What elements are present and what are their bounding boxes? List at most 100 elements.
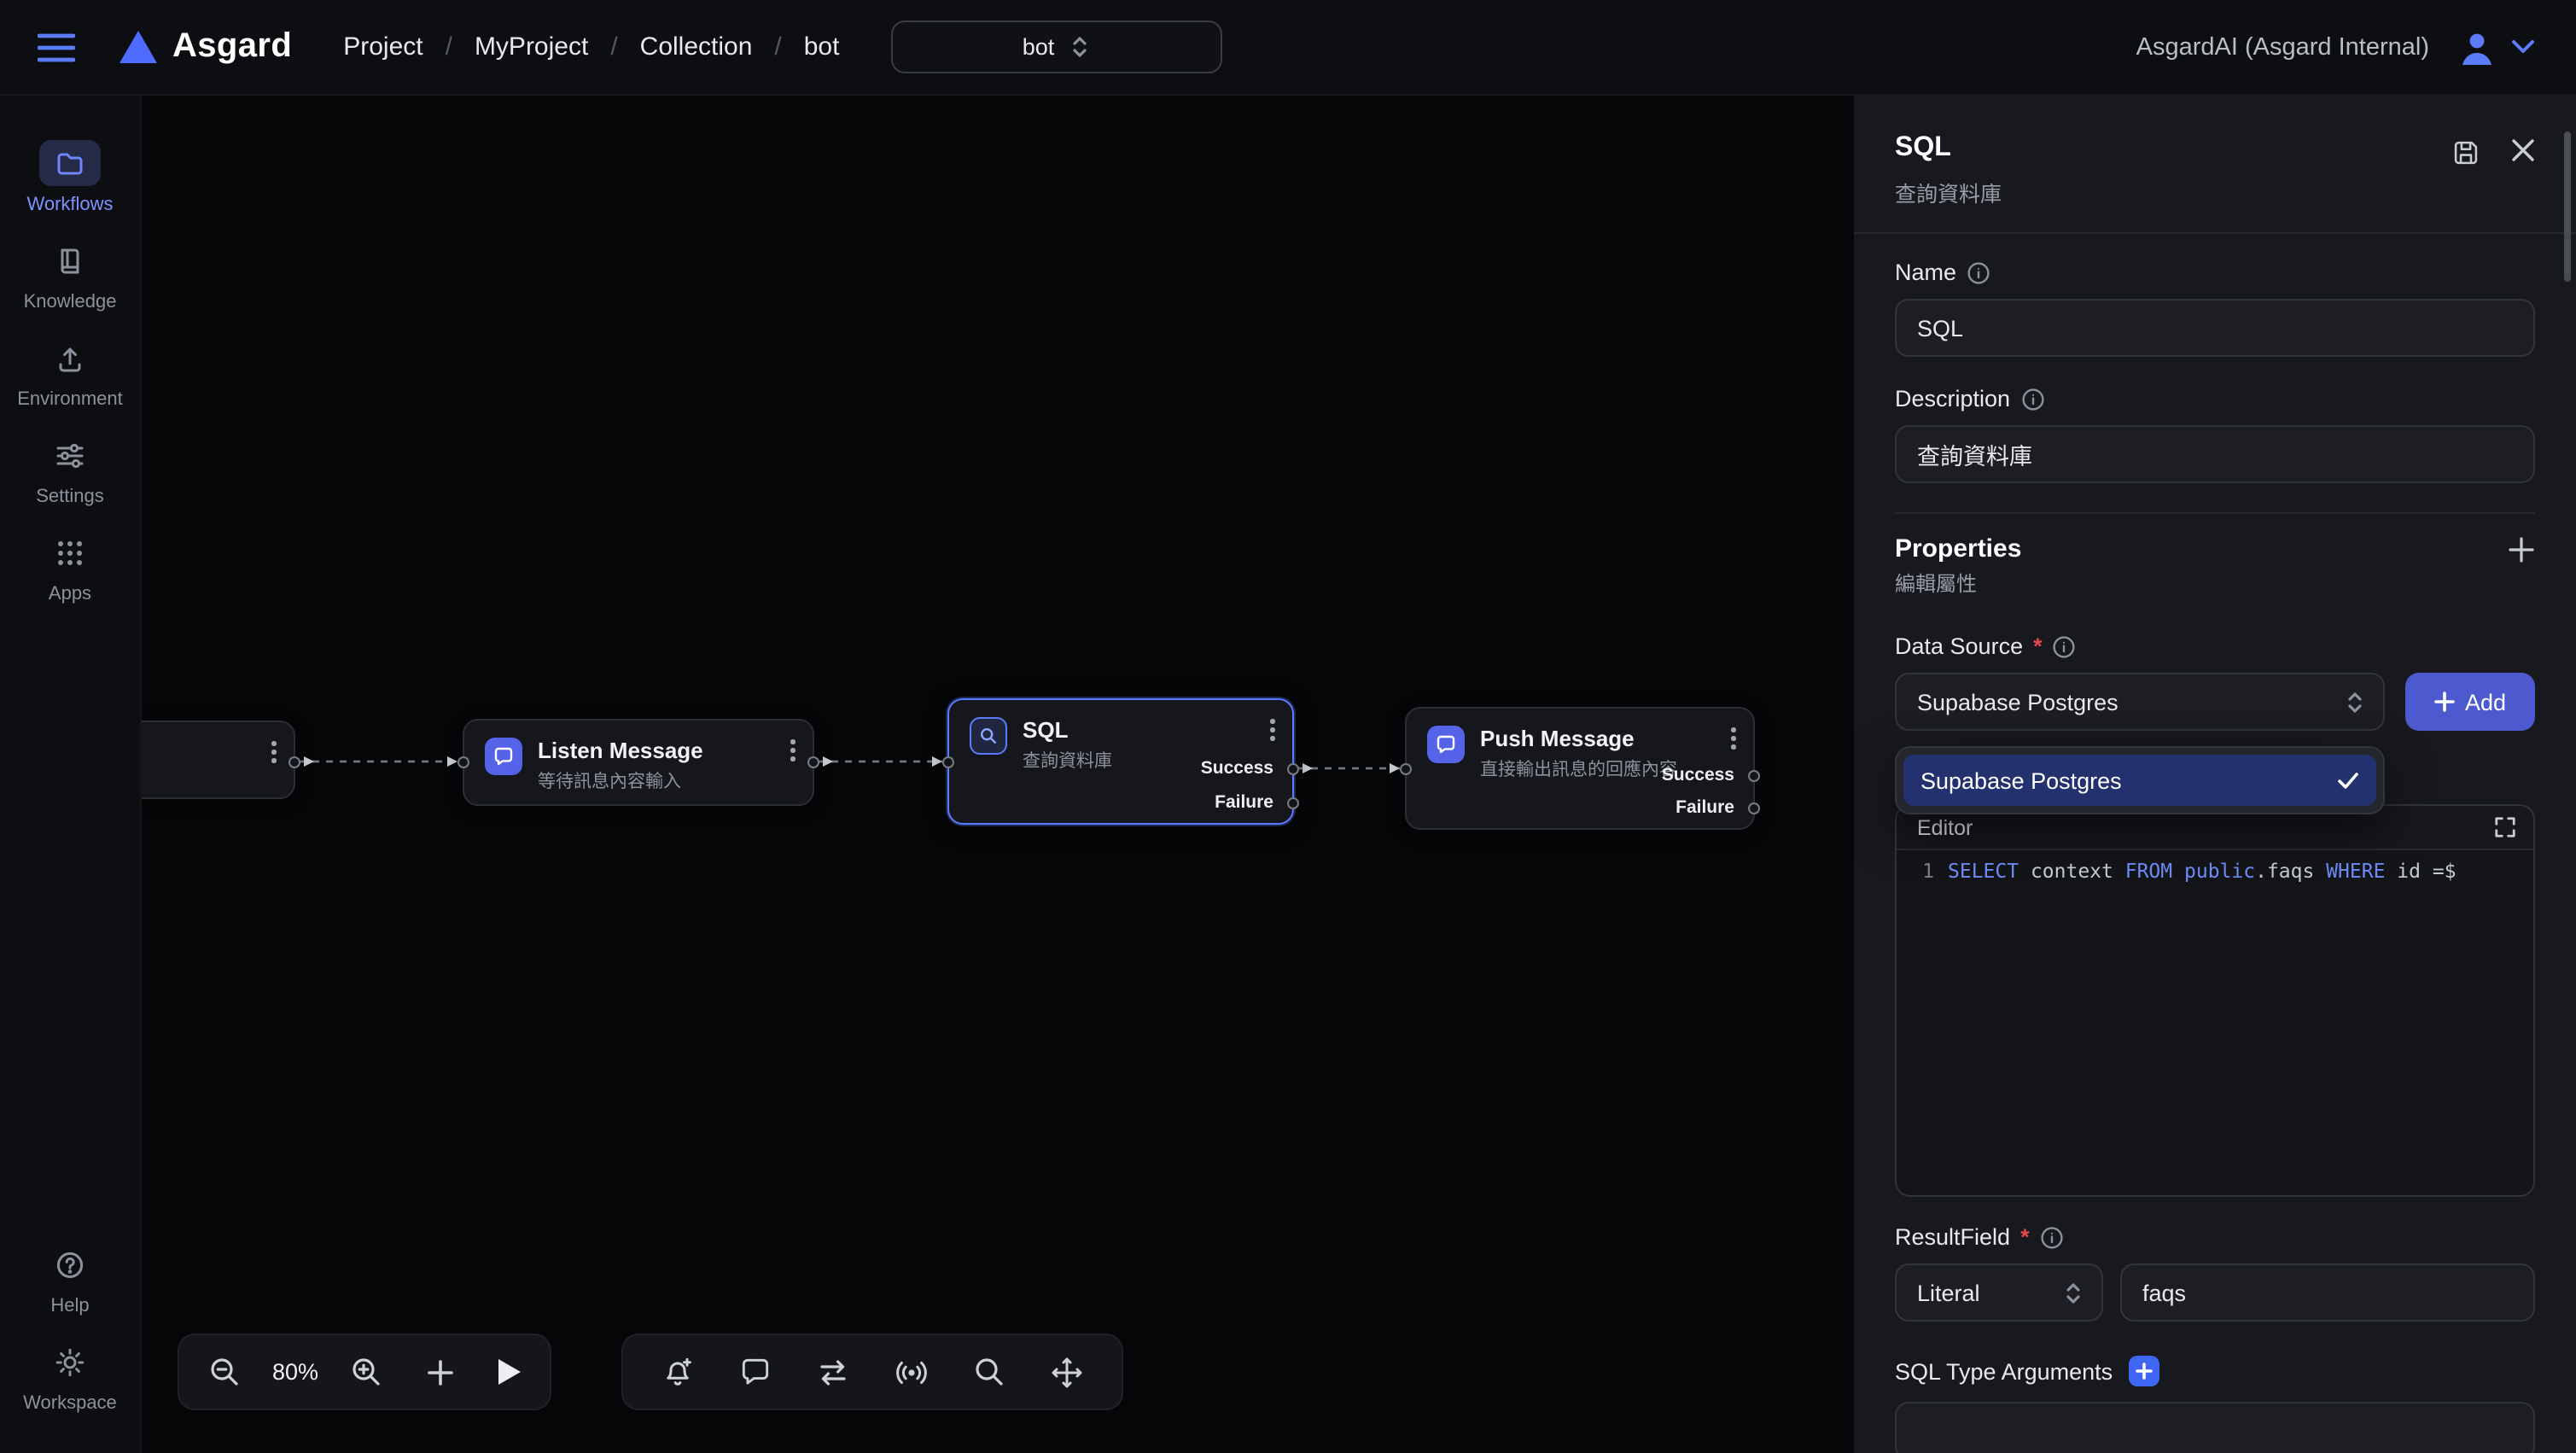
data-source-dropdown: Supabase Postgres (1895, 746, 2385, 814)
sidebar-item-label: Settings (36, 487, 104, 507)
breadcrumb-separator: / (610, 32, 617, 61)
info-icon (1967, 260, 1990, 284)
node-input-port[interactable] (458, 756, 469, 768)
node-menu-icon[interactable] (1732, 727, 1736, 750)
zoom-out-icon[interactable] (208, 1356, 241, 1388)
workflow-selector[interactable]: bot (890, 20, 1221, 73)
sidebar-item-help[interactable]: Help (0, 1241, 140, 1316)
data-source-select[interactable]: Supabase Postgres (1895, 673, 2385, 731)
breadcrumb-bot[interactable]: bot (804, 32, 840, 61)
output-success-label: Success (1662, 765, 1734, 785)
add-data-source-button[interactable]: Add (2405, 673, 2535, 731)
notification-add-icon[interactable] (661, 1355, 695, 1389)
name-input[interactable] (1895, 299, 2535, 357)
breadcrumb-project[interactable]: Project (343, 32, 423, 61)
plus-icon (2434, 691, 2455, 712)
node-output-port-success[interactable] (1287, 763, 1299, 775)
workflow-canvas[interactable]: Listen Message 等待訊息內容輸入 SQL 查詢資料庫 (142, 96, 1854, 1453)
node-output-port-failure[interactable] (1287, 797, 1299, 809)
chevrons-up-down-icon (2062, 1280, 2084, 1305)
panel-scrollbar[interactable] (2564, 131, 2571, 282)
sql-editor: Editor 1 SELECT context FROM public.faqs… (1895, 804, 2535, 1197)
node-config-panel: SQL 查詢資料庫 Name (1854, 96, 2576, 1453)
node-menu-icon[interactable] (272, 741, 277, 763)
tools-toolbar (621, 1333, 1123, 1410)
sidebar-item-label: Workflows (26, 195, 113, 215)
app-name: Asgard (172, 27, 292, 67)
run-workflow-icon[interactable] (498, 1359, 521, 1385)
expand-icon[interactable] (2494, 816, 2516, 838)
result-field-type-select[interactable]: Literal (1895, 1263, 2103, 1322)
apps-grid-icon (39, 529, 101, 575)
result-field-type-value: Literal (1917, 1280, 1980, 1305)
node-input-port[interactable] (1400, 763, 1412, 775)
breadcrumb-separator: / (446, 32, 452, 61)
data-source-label: Data Source * (1895, 633, 2535, 659)
description-label: Description (1895, 386, 2535, 411)
code-line: SELECT context FROM public.faqs WHERE id… (1948, 855, 2457, 888)
settings-sliders-icon (39, 432, 101, 478)
node-push-message[interactable]: Push Message 直接輸出訊息的回應內容 Success Failure (1405, 707, 1755, 830)
sidebar-item-environment[interactable]: Environment (0, 335, 140, 410)
check-icon (2337, 771, 2359, 790)
result-field-input[interactable] (2120, 1263, 2535, 1322)
app-logo[interactable]: Asgard (119, 27, 292, 67)
node-subtitle: 直接輸出訊息的回應內容 (1480, 758, 1681, 784)
search-icon[interactable] (973, 1356, 1005, 1388)
zoom-in-icon[interactable] (350, 1356, 382, 1388)
sidebar-item-label: Help (50, 1296, 89, 1316)
output-failure-label: Failure (1676, 797, 1734, 818)
breadcrumb-myproject[interactable]: MyProject (475, 32, 588, 61)
editor-label: Editor (1917, 815, 1973, 839)
sidebar-item-workflows[interactable]: Workflows (0, 140, 140, 215)
zoom-toolbar: 80% (178, 1333, 551, 1410)
swap-arrows-icon[interactable] (816, 1357, 850, 1387)
node-input-port[interactable] (942, 756, 954, 768)
sidebar-item-settings[interactable]: Settings (0, 432, 140, 507)
node-listen-message[interactable]: Listen Message 等待訊息內容輸入 (463, 719, 814, 806)
comment-icon[interactable] (739, 1356, 772, 1388)
name-label: Name (1895, 260, 2535, 285)
top-header: Asgard Project / MyProject / Collection … (0, 0, 2576, 96)
node-output-port[interactable] (807, 756, 819, 768)
breadcrumb: Project / MyProject / Collection / bot (343, 32, 839, 61)
node-sql[interactable]: SQL 查詢資料庫 Success Failure (947, 698, 1294, 825)
node-menu-icon[interactable] (791, 739, 796, 762)
info-icon (2040, 1225, 2064, 1249)
chevrons-up-down-icon (2344, 689, 2366, 715)
close-icon[interactable] (2511, 138, 2535, 162)
node-output-port[interactable] (288, 756, 300, 768)
node-output-port-success[interactable] (1748, 770, 1760, 782)
sidebar-item-apps[interactable]: Apps (0, 529, 140, 604)
user-avatar-icon[interactable] (2457, 28, 2497, 66)
broadcast-icon[interactable] (895, 1355, 929, 1389)
sql-type-arguments-label: SQL Type Arguments (1895, 1358, 2113, 1384)
chevrons-up-down-icon (1068, 34, 1090, 60)
logo-triangle-icon (119, 31, 157, 63)
move-tool-icon[interactable] (1050, 1355, 1084, 1389)
node-partial[interactable] (142, 721, 295, 799)
sidebar-item-knowledge[interactable]: Knowledge (0, 237, 140, 312)
menu-icon[interactable] (38, 32, 75, 62)
node-menu-icon[interactable] (1271, 719, 1275, 741)
sql-type-argument-input[interactable] (1895, 1402, 2535, 1453)
sidebar-item-label: Environment (17, 389, 123, 410)
add-sql-type-argument-icon[interactable] (2128, 1356, 2159, 1386)
save-icon[interactable] (2451, 138, 2480, 167)
panel-subtitle: 查詢資料庫 (1895, 176, 2002, 208)
code-area[interactable]: 1 SELECT context FROM public.faqs WHERE … (1897, 850, 2533, 888)
breadcrumb-collection[interactable]: Collection (640, 32, 753, 61)
chevron-down-icon[interactable] (2511, 39, 2535, 55)
line-number: 1 (1897, 855, 1948, 888)
add-property-icon[interactable] (2508, 535, 2535, 563)
description-input[interactable] (1895, 425, 2535, 483)
dropdown-option-supabase-postgres[interactable]: Supabase Postgres (1903, 755, 2376, 806)
sidebar-item-workspace[interactable]: Workspace (0, 1339, 140, 1414)
message-icon (1427, 726, 1465, 763)
knowledge-book-icon (39, 237, 101, 283)
message-icon (485, 738, 522, 775)
add-node-icon[interactable] (427, 1358, 454, 1386)
node-title: Listen Message (538, 738, 703, 763)
sql-search-icon (970, 717, 1007, 755)
node-output-port-failure[interactable] (1748, 802, 1760, 814)
